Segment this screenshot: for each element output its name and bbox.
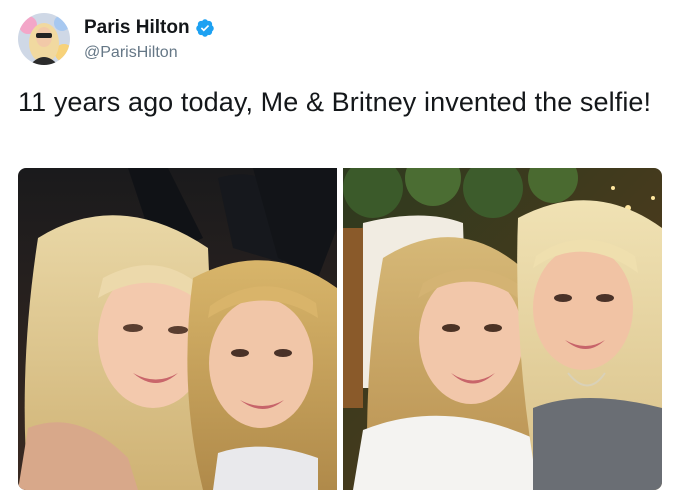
user-handle[interactable]: @ParisHilton [84, 44, 215, 62]
tweet-card: Paris Hilton @ParisHilton 11 years ago t… [0, 0, 680, 501]
avatar-image [18, 13, 70, 65]
photo-left[interactable] [18, 168, 337, 490]
display-name[interactable]: Paris Hilton [84, 17, 190, 39]
tweet-header: Paris Hilton @ParisHilton [18, 10, 215, 68]
photo-left-image [18, 168, 337, 490]
photo-right-image [343, 168, 662, 490]
author-name-row[interactable]: Paris Hilton [84, 17, 215, 39]
photo-right[interactable] [343, 168, 662, 490]
tweet-author: Paris Hilton @ParisHilton [84, 17, 215, 62]
verified-badge-icon [195, 18, 215, 38]
tweet-text: 11 years ago today, Me & Britney invente… [18, 87, 652, 117]
tweet-media [18, 168, 662, 490]
avatar[interactable] [18, 13, 70, 65]
